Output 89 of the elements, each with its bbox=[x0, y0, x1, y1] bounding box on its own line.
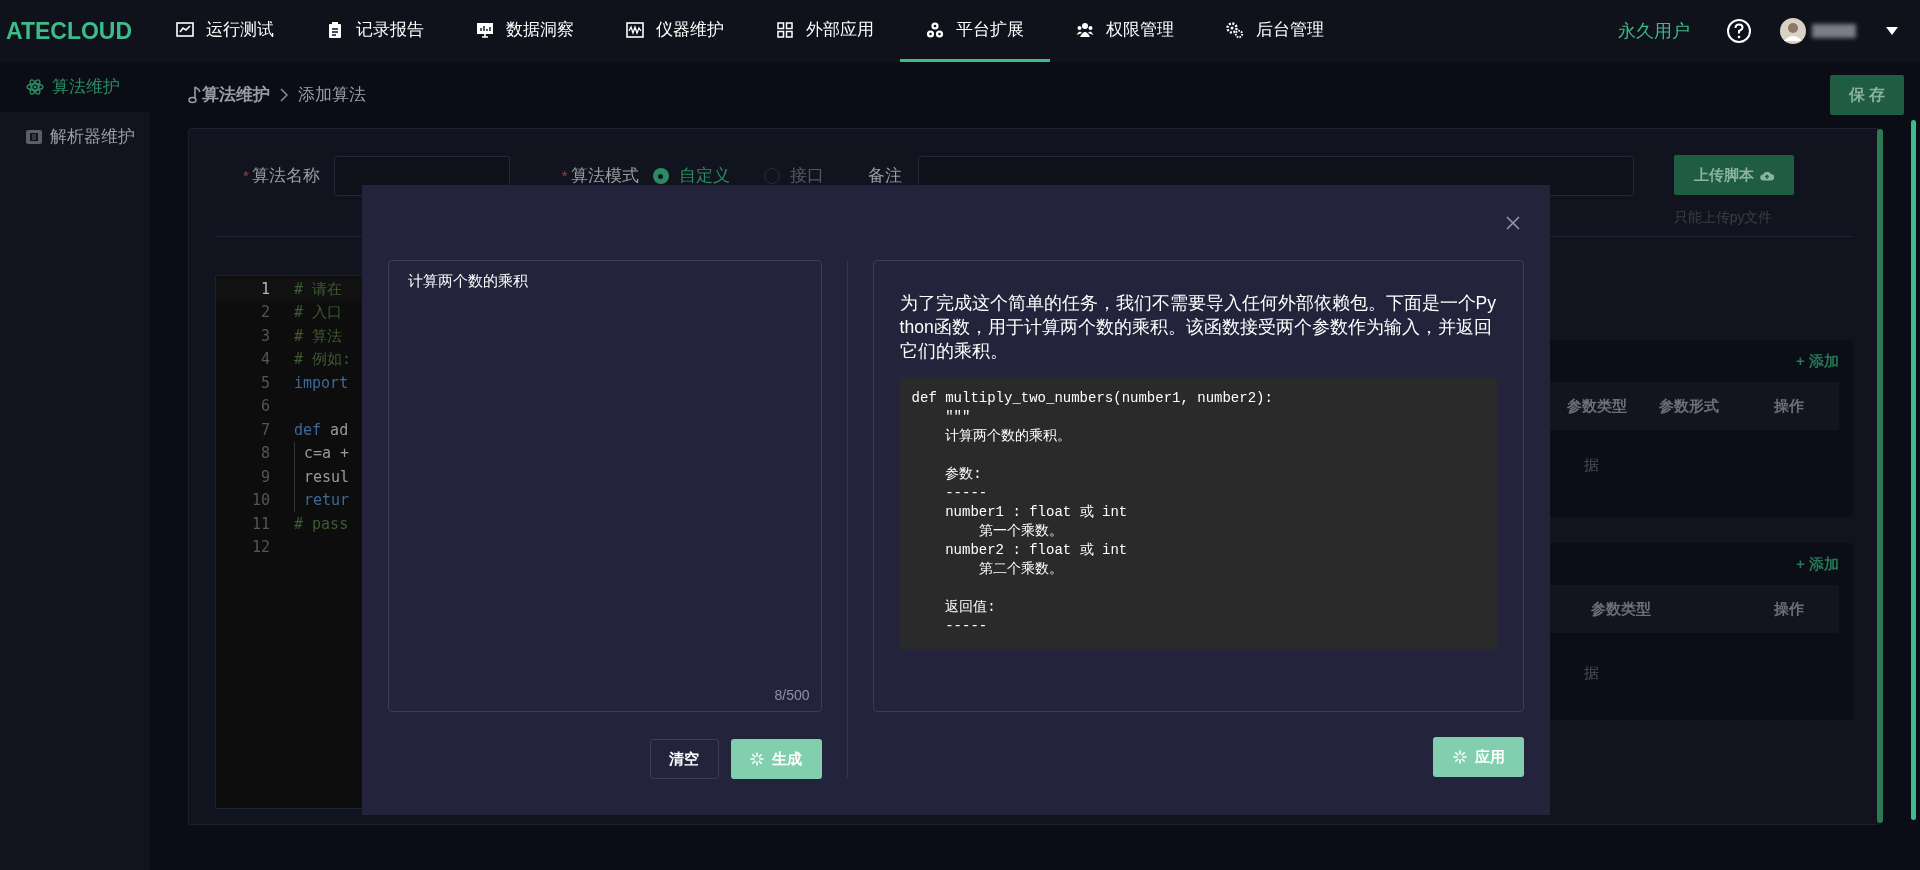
monitor-icon bbox=[476, 20, 494, 39]
chart-icon bbox=[176, 20, 194, 39]
spinner-icon bbox=[1452, 750, 1467, 764]
code-line: 计算两个数的乘积。 bbox=[944, 427, 1073, 446]
line-number: 1 bbox=[259, 278, 270, 300]
chevron-right-icon bbox=[280, 88, 288, 102]
line-number: 2 bbox=[259, 302, 270, 323]
line-number: 3 bbox=[259, 325, 270, 347]
field-label: 算法模式 bbox=[570, 165, 639, 188]
code-token: ad bbox=[329, 419, 349, 441]
chip-icon bbox=[26, 130, 42, 144]
nav-tab[interactable]: 后台管理 bbox=[1200, 0, 1350, 62]
empty-text: 据 bbox=[1584, 454, 1599, 475]
column-header: 操作 bbox=[1773, 395, 1805, 416]
character-counter: 8/500 bbox=[774, 686, 810, 705]
line-number: 6 bbox=[259, 396, 270, 417]
nav-tab[interactable]: 记录报告 bbox=[300, 0, 450, 62]
radio-option[interactable]: 自定义 bbox=[652, 163, 730, 189]
code-line: ----- bbox=[944, 484, 989, 503]
music-note-icon bbox=[188, 86, 202, 104]
column-header: 参数类型 bbox=[1590, 598, 1652, 619]
column-header: 参数类型 bbox=[1566, 395, 1628, 416]
sidebar-item[interactable]: 解析器维护 bbox=[0, 112, 150, 162]
waveform-icon bbox=[626, 20, 644, 39]
blurred-username bbox=[1812, 24, 1856, 38]
code-line: """ bbox=[944, 408, 972, 427]
scrollbar-thumb[interactable] bbox=[1911, 120, 1916, 820]
code-token: # 请在 bbox=[294, 278, 343, 300]
code-line: 参数: bbox=[944, 465, 983, 484]
nav-tab[interactable]: 外部应用 bbox=[750, 0, 900, 62]
line-number: 9 bbox=[259, 466, 270, 488]
code-token: c=a + bbox=[304, 443, 350, 464]
caret-down-icon bbox=[1886, 27, 1898, 35]
answer-text: 为了完成这个简单的任务，我们不需要导入任何外部依赖包。下面是一个Python函数，用于计算两个数的乘积。该函数接受两个参数作为输入，并返回它们的乘积。 bbox=[899, 292, 1497, 363]
app-logo: ATECLOUD bbox=[5, 16, 134, 46]
code-line: ----- bbox=[944, 617, 989, 636]
clear-button[interactable]: 清空 bbox=[649, 739, 719, 779]
code-token: # 算法 bbox=[294, 325, 343, 347]
code-token: # 入口 bbox=[294, 302, 343, 323]
code-line: number2 : float 或 int bbox=[944, 541, 1129, 560]
line-number: 4 bbox=[259, 349, 270, 370]
cloud-upload-icon bbox=[1759, 169, 1774, 181]
sidebar-item[interactable]: 算法维护 bbox=[0, 62, 150, 112]
prompt-input-field[interactable]: 计算两个数的乘积 8/500 bbox=[388, 260, 822, 712]
breadcrumb-link[interactable]: 算法维护 bbox=[202, 82, 270, 108]
line-number: 5 bbox=[259, 372, 270, 394]
user-type-link[interactable]: 永久用户 bbox=[1618, 17, 1690, 45]
nav-tab[interactable]: 数据洞察 bbox=[450, 0, 600, 62]
field-label: 备注 bbox=[867, 165, 902, 188]
close-icon[interactable] bbox=[1506, 215, 1520, 230]
code-token: import bbox=[294, 372, 349, 394]
line-number: 12 bbox=[250, 537, 270, 558]
atom-icon bbox=[26, 78, 44, 96]
line-number: 8 bbox=[259, 443, 270, 464]
breadcrumb-current: 添加算法 bbox=[298, 84, 366, 107]
spinner-icon bbox=[750, 752, 765, 766]
code-token: # 例如: bbox=[294, 349, 352, 370]
code-line: 第二个乘数。 bbox=[977, 560, 1064, 579]
gears-icon bbox=[1226, 20, 1244, 39]
code-line: def multiply_two_numbers(number1, number2): bbox=[911, 389, 1274, 408]
line-number: 11 bbox=[250, 513, 270, 535]
clipboard-icon bbox=[326, 20, 344, 39]
code-token: retur bbox=[304, 490, 350, 511]
required-mark: * bbox=[561, 165, 568, 186]
code-line: number1 : float 或 int bbox=[944, 503, 1129, 522]
nav-tab[interactable]: 运行测试 bbox=[150, 0, 300, 62]
line-number: 10 bbox=[250, 490, 270, 511]
code-token: resul bbox=[304, 466, 350, 488]
required-mark: * bbox=[243, 165, 249, 186]
cluster-icon bbox=[926, 20, 944, 39]
code-line: 返回值: bbox=[944, 598, 997, 617]
empty-text: 据 bbox=[1584, 662, 1599, 683]
prompt-text: 计算两个数的乘积 bbox=[408, 271, 529, 291]
code-token: # pass bbox=[294, 513, 349, 535]
line-number: 7 bbox=[259, 419, 270, 441]
users-icon bbox=[1076, 20, 1094, 39]
grid-icon bbox=[776, 20, 794, 39]
radio-button[interactable] bbox=[652, 168, 669, 184]
column-header: 操作 bbox=[1773, 598, 1805, 619]
nav-tab[interactable]: 平台扩展 bbox=[900, 0, 1050, 62]
nav-tab[interactable]: 权限管理 bbox=[1050, 0, 1200, 62]
code-token: def bbox=[294, 419, 322, 441]
field-label: 算法名称 bbox=[251, 165, 320, 188]
scrollbar-thumb[interactable] bbox=[1877, 129, 1883, 823]
column-header: 参数形式 bbox=[1658, 395, 1720, 416]
nav-tab[interactable]: 仪器维护 bbox=[600, 0, 750, 62]
help-icon[interactable] bbox=[1726, 18, 1752, 44]
code-line: 第一个乘数。 bbox=[977, 522, 1064, 541]
avatar-icon bbox=[1780, 18, 1806, 44]
